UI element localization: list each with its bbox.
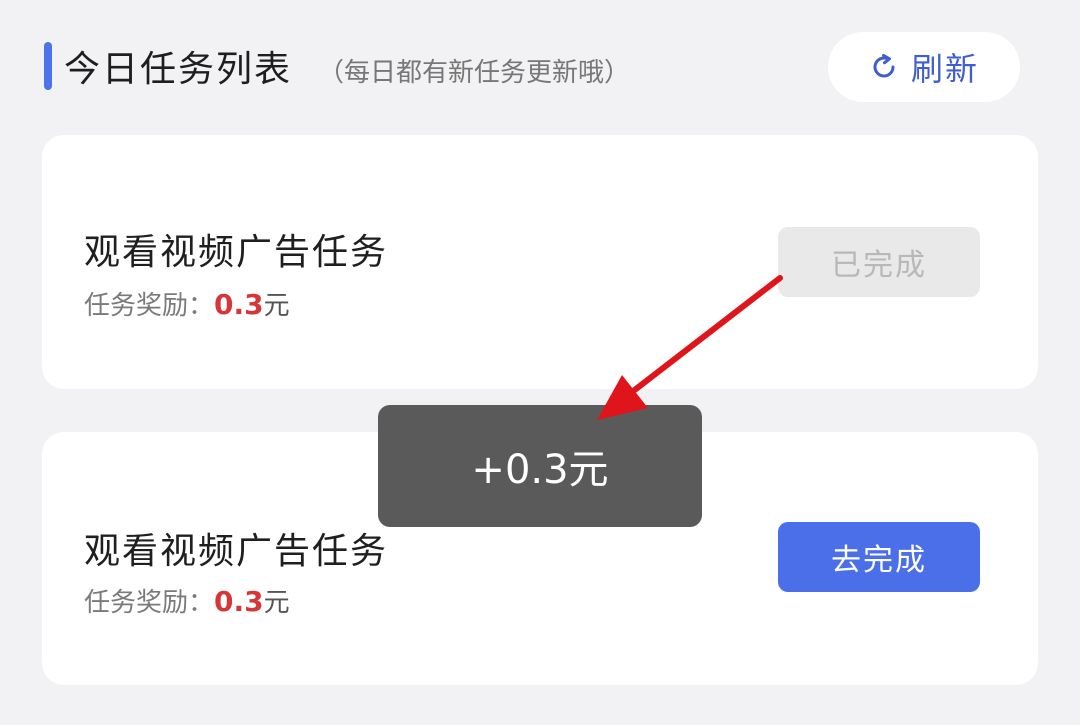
page-title: 今日任务列表 <box>64 49 293 90</box>
reward-amount: 0.3 <box>214 585 264 618</box>
reward-toast: +0.3元 <box>378 405 702 527</box>
page-subtitle: （每日都有新任务更新哦） <box>318 58 631 88</box>
reward-unit: 元 <box>263 291 290 321</box>
task-reward: 任务奖励：0.3元 <box>84 582 290 619</box>
task-card: 观看视频广告任务 任务奖励：0.3元 已完成 <box>42 135 1038 389</box>
completed-button: 已完成 <box>778 227 980 297</box>
reward-label: 任务奖励： <box>84 588 215 618</box>
reward-label: 任务奖励： <box>84 291 215 321</box>
reward-amount: 0.3 <box>214 288 264 321</box>
task-name: 观看视频广告任务 <box>84 531 389 572</box>
go-complete-button[interactable]: 去完成 <box>778 522 980 592</box>
title-accent-bar <box>44 42 52 90</box>
task-name: 观看视频广告任务 <box>84 232 389 273</box>
refresh-icon <box>869 52 899 82</box>
reward-unit: 元 <box>263 588 290 618</box>
refresh-button[interactable]: 刷新 <box>828 32 1020 102</box>
task-reward: 任务奖励：0.3元 <box>84 285 290 322</box>
refresh-label: 刷新 <box>910 50 979 88</box>
header: 今日任务列表 （每日都有新任务更新哦） 刷新 <box>0 0 1080 130</box>
